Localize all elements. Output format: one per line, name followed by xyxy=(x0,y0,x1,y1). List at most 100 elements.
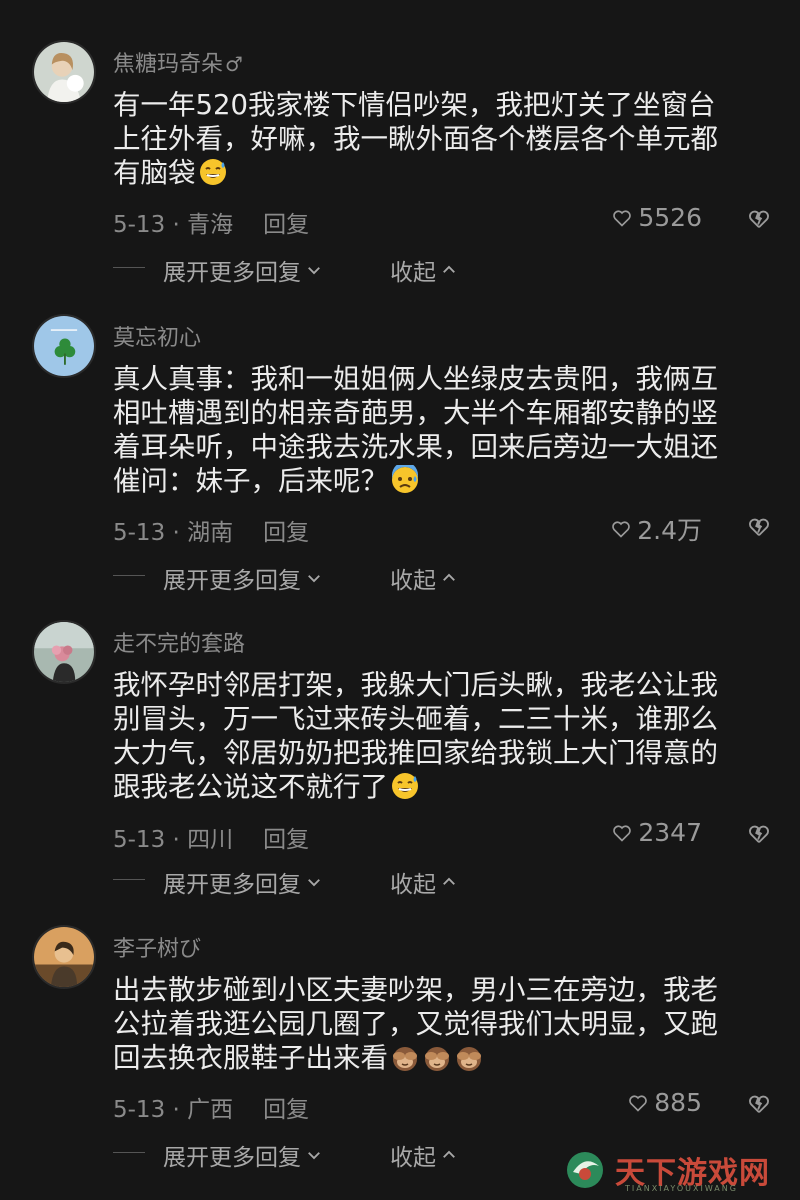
dislike-button[interactable] xyxy=(748,516,770,538)
chevron-down-icon xyxy=(308,1152,320,1160)
comment-line: 出去散步碰到小区夫妻吵架，男小三在旁边，我老 xyxy=(113,974,718,1006)
heart-icon xyxy=(612,521,631,538)
sweat-smile-emoji xyxy=(198,157,228,187)
divider xyxy=(113,267,145,268)
dislike-button[interactable] xyxy=(748,1093,770,1115)
date-location: 5-13 · 青海 xyxy=(113,212,234,238)
chevron-down-icon xyxy=(308,879,320,887)
comment-line-text: 回去换衣服鞋子出来看 xyxy=(113,1042,388,1074)
see-no-evil-monkey-emoji xyxy=(422,1042,452,1072)
watermark-subtext: TIANXIAYOUXIWANG xyxy=(625,1184,738,1193)
expand-replies-button[interactable]: 展开更多回复 xyxy=(163,561,323,595)
collapse-label: 收起 xyxy=(390,1145,436,1171)
like-count: 5526 xyxy=(638,203,702,232)
expand-replies-button[interactable]: 展开更多回复 xyxy=(163,865,323,899)
avatar[interactable] xyxy=(32,40,96,104)
collapse-label: 收起 xyxy=(390,872,436,898)
expand-replies-label: 展开更多回复 xyxy=(163,260,301,286)
date-location: 5-13 · 四川 xyxy=(113,827,234,853)
reply-button[interactable]: 回复 xyxy=(263,520,309,546)
comment-meta: 5-13 · 青海 回复 xyxy=(113,205,309,239)
collapse-button[interactable]: 收起 xyxy=(390,1138,458,1172)
reply-button[interactable]: 回复 xyxy=(263,212,309,238)
gender-male-icon: ♂ xyxy=(225,52,243,76)
like-button[interactable]: 885 xyxy=(628,1088,702,1117)
chevron-up-icon xyxy=(443,573,455,581)
watermark-logo-icon xyxy=(567,1152,603,1188)
comment-line: 着耳朵听，中途我去洗水果，回来后旁边一大姐还 xyxy=(113,431,718,463)
comment-meta: 5-13 · 湖南 回复 xyxy=(113,513,309,547)
collapse-button[interactable]: 收起 xyxy=(390,253,458,287)
username-text: 焦糖玛奇朵 xyxy=(113,52,224,77)
comment-line-text: 有脑袋 xyxy=(113,157,196,189)
like-button[interactable]: 2.4万 xyxy=(611,511,702,547)
chevron-down-icon xyxy=(308,267,320,275)
like-button[interactable]: 5526 xyxy=(612,203,702,232)
comment-text: 有一年520我家楼下情侣吵架，我把灯关了坐窗台 上往外看，好嘛，我一瞅外面各个楼… xyxy=(113,88,773,190)
expand-replies-label: 展开更多回复 xyxy=(163,1145,301,1171)
username-text: 走不完的套路 xyxy=(113,632,246,657)
comment-line: 有脑袋 xyxy=(113,156,773,190)
comment-line: 跟我老公说这不就行了 xyxy=(113,770,773,804)
avatar[interactable] xyxy=(32,925,96,989)
divider xyxy=(113,575,145,576)
chevron-up-icon xyxy=(443,1150,455,1158)
collapse-button[interactable]: 收起 xyxy=(390,561,458,595)
comment-line-text: 催问：妹子，后来呢？ xyxy=(113,465,388,497)
like-count: 885 xyxy=(654,1088,702,1117)
expand-replies-button[interactable]: 展开更多回复 xyxy=(163,253,323,287)
heart-icon xyxy=(613,209,632,227)
collapse-label: 收起 xyxy=(390,568,436,594)
comment-text: 出去散步碰到小区夫妻吵架，男小三在旁边，我老 公拉着我逛公园几圈了，又觉得我们太… xyxy=(113,973,773,1075)
broken-heart-icon xyxy=(749,1095,769,1113)
broken-heart-icon xyxy=(749,825,769,843)
username[interactable]: 李子树び xyxy=(113,931,201,963)
comment-text: 真人真事：我和一姐姐俩人坐绿皮去贵阳，我俩互 相吐槽遇到的相亲奇葩男，大半个车厢… xyxy=(113,362,773,498)
anxious-sweat-emoji xyxy=(390,465,420,495)
comment-line: 我怀孕时邻居打架，我躲大门后头瞅，我老公让我 xyxy=(113,669,718,701)
comment-line: 有一年520我家楼下情侣吵架，我把灯关了坐窗台 xyxy=(113,89,716,121)
reply-button[interactable]: 回复 xyxy=(263,827,309,853)
collapse-button[interactable]: 收起 xyxy=(390,865,458,899)
avatar[interactable] xyxy=(32,620,96,684)
divider xyxy=(113,879,145,880)
like-button[interactable]: 2347 xyxy=(612,818,702,847)
comment-meta: 5-13 · 四川 回复 xyxy=(113,820,309,854)
comment-text: 我怀孕时邻居打架，我躲大门后头瞅，我老公让我 别冒头，万一飞过来砖头砸着，二三十… xyxy=(113,668,773,804)
like-count: 2347 xyxy=(638,818,702,847)
collapse-label: 收起 xyxy=(390,260,436,286)
comment-line: 上往外看，好嘛，我一瞅外面各个楼层各个单元都 xyxy=(113,123,718,155)
see-no-evil-monkey-emoji xyxy=(454,1042,484,1072)
reply-button[interactable]: 回复 xyxy=(263,1097,309,1123)
comment-line-text: 跟我老公说这不就行了 xyxy=(113,771,388,803)
broken-heart-icon xyxy=(749,210,769,228)
username-text: 李子树び xyxy=(113,937,202,962)
date-location: 5-13 · 湖南 xyxy=(113,520,234,546)
expand-replies-label: 展开更多回复 xyxy=(163,872,301,898)
comment-line: 大力气，邻居奶奶把我推回家给我锁上大门得意的 xyxy=(113,737,718,769)
comment-line: 别冒头，万一飞过来砖头砸着，二三十米，谁那么 xyxy=(113,703,718,735)
chevron-up-icon xyxy=(443,265,455,273)
username-text: 莫忘初心 xyxy=(113,326,202,351)
comment-meta: 5-13 · 广西 回复 xyxy=(113,1090,309,1124)
comment-line: 真人真事：我和一姐姐俩人坐绿皮去贵阳，我俩互 xyxy=(113,363,718,395)
expand-replies-button[interactable]: 展开更多回复 xyxy=(163,1138,323,1172)
divider xyxy=(113,1152,145,1153)
like-count: 2.4万 xyxy=(637,516,702,545)
sweat-smile-emoji xyxy=(390,771,420,801)
avatar[interactable] xyxy=(32,314,96,378)
comment-line: 相吐槽遇到的相亲奇葩男，大半个车厢都安静的竖 xyxy=(113,397,718,429)
dislike-button[interactable] xyxy=(748,208,770,230)
comment-line: 公拉着我逛公园几圈了，又觉得我们太明显，又跑 xyxy=(113,1008,718,1040)
heart-icon xyxy=(629,1094,648,1112)
watermark: 天下游戏网 TIANXIAYOUXIWANG xyxy=(563,1148,770,1193)
broken-heart-icon xyxy=(749,518,769,536)
date-location: 5-13 · 广西 xyxy=(113,1097,234,1123)
username[interactable]: 焦糖玛奇朵 ♂ xyxy=(113,46,243,78)
username[interactable]: 莫忘初心 xyxy=(113,320,201,352)
chevron-up-icon xyxy=(443,877,455,885)
comment-line: 回去换衣服鞋子出来看 xyxy=(113,1041,773,1075)
heart-icon xyxy=(613,824,632,842)
dislike-button[interactable] xyxy=(748,823,770,845)
username[interactable]: 走不完的套路 xyxy=(113,626,245,658)
